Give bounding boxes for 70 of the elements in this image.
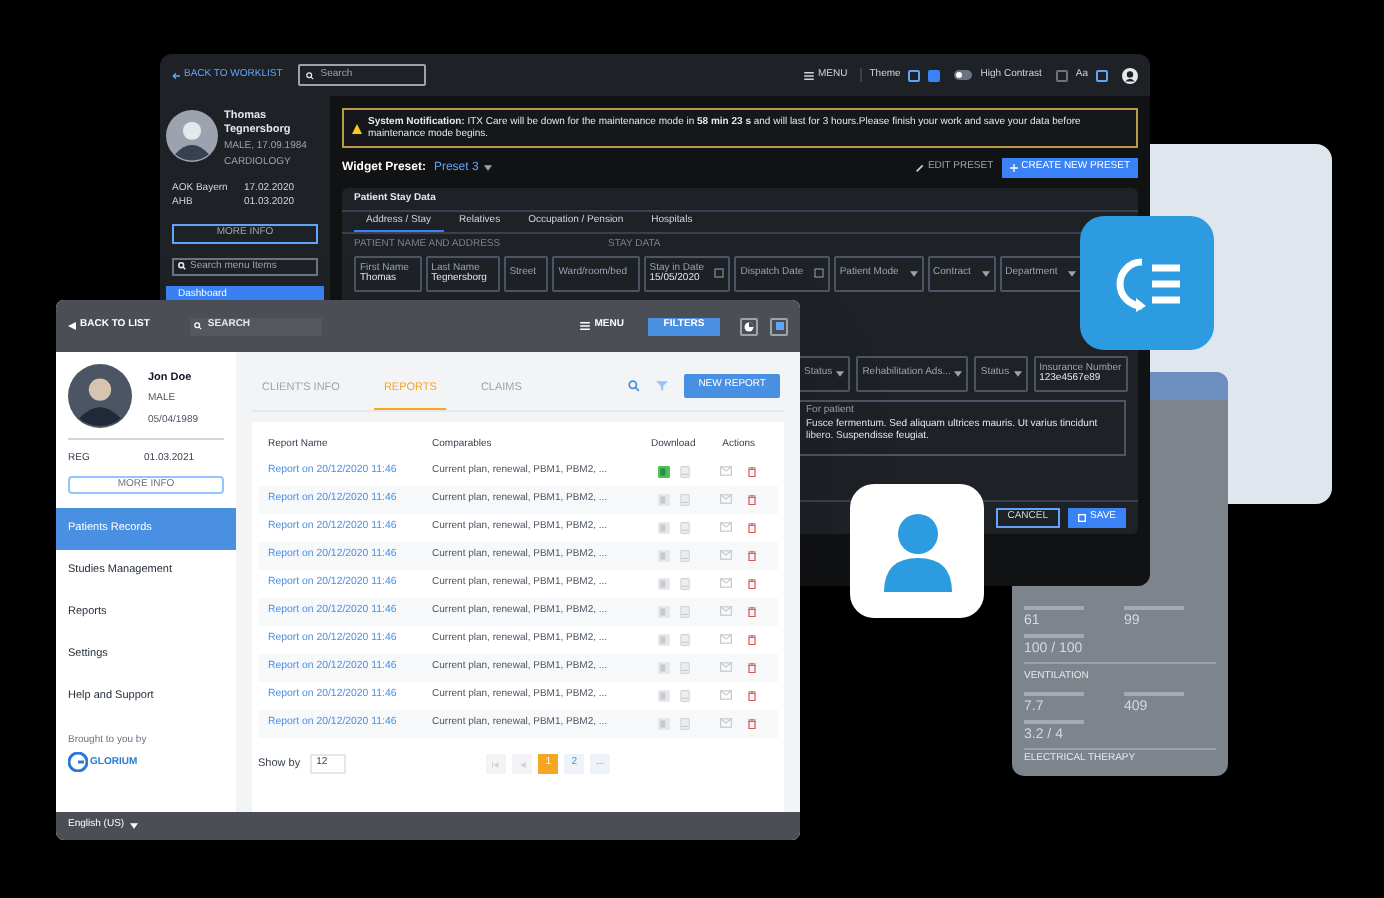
document-icon[interactable] — [679, 662, 690, 674]
caret-icon — [836, 369, 845, 377]
document-icon[interactable] — [679, 522, 690, 534]
mail-icon[interactable] — [720, 494, 733, 504]
back-arrow-icon — [172, 71, 180, 79]
plus-icon — [1009, 164, 1018, 172]
person-icon — [881, 511, 953, 591]
mail-icon[interactable] — [720, 606, 733, 616]
mail-icon[interactable] — [720, 466, 733, 476]
trash-icon[interactable] — [748, 634, 757, 646]
trash-icon[interactable] — [748, 522, 757, 534]
decrease-font-button[interactable] — [1055, 69, 1068, 81]
trash-icon[interactable] — [748, 578, 757, 590]
mail-icon[interactable] — [720, 662, 733, 672]
mail-icon[interactable] — [720, 690, 733, 700]
trash-icon[interactable] — [748, 550, 757, 562]
mail-icon[interactable] — [720, 522, 733, 532]
pie-chart-icon — [744, 321, 754, 331]
square-icon — [775, 322, 783, 330]
document-icon[interactable] — [679, 718, 690, 730]
search-icon — [178, 262, 186, 271]
document-icon[interactable] — [679, 550, 690, 562]
caret-icon — [954, 369, 963, 377]
caret-icon — [484, 164, 493, 172]
caret-icon — [130, 822, 139, 830]
document-icon[interactable] — [679, 634, 690, 646]
filter-icon[interactable] — [656, 380, 669, 392]
caret-icon — [1013, 369, 1022, 377]
mail-icon[interactable] — [720, 634, 733, 644]
spreadsheet-icon[interactable] — [657, 466, 670, 478]
user-icon[interactable] — [1122, 67, 1138, 83]
document-icon[interactable] — [679, 578, 690, 590]
search-icon — [306, 71, 315, 79]
document-icon[interactable] — [679, 606, 690, 618]
first-page-button[interactable] — [486, 754, 507, 774]
document-icon[interactable] — [679, 466, 690, 478]
trash-icon[interactable] — [748, 690, 757, 702]
increase-font-button[interactable] — [1096, 69, 1108, 81]
menu-icon — [804, 71, 814, 79]
caret-icon — [1068, 269, 1076, 277]
trash-icon[interactable] — [748, 466, 757, 478]
previous-page-icon — [519, 761, 526, 767]
toggle-switch[interactable] — [954, 70, 973, 80]
warning-icon — [352, 123, 362, 133]
trash-icon[interactable] — [748, 662, 757, 674]
chart-view-button[interactable] — [740, 317, 758, 335]
search-icon — [193, 322, 202, 330]
mail-icon[interactable] — [720, 550, 733, 560]
calendar-icon — [813, 268, 824, 278]
back-arrow-icon — [68, 322, 76, 330]
caret-icon — [981, 269, 990, 277]
trash-icon[interactable] — [748, 606, 757, 618]
document-icon[interactable] — [679, 690, 690, 702]
menu-icon — [580, 322, 591, 330]
save-icon — [1078, 514, 1087, 522]
document-icon[interactable] — [679, 494, 690, 506]
return-list-icon — [1113, 255, 1181, 311]
calendar-icon — [714, 268, 725, 278]
mail-icon[interactable] — [720, 578, 733, 588]
list-view-button[interactable] — [770, 317, 788, 335]
trash-icon[interactable] — [748, 494, 757, 506]
caret-icon — [909, 269, 918, 277]
trash-icon[interactable] — [748, 718, 757, 730]
avatar — [68, 364, 132, 428]
previous-page-button[interactable] — [512, 754, 533, 774]
search-icon[interactable] — [628, 380, 641, 392]
avatar — [166, 110, 218, 162]
mail-icon[interactable] — [720, 718, 733, 728]
logo-mark-icon — [68, 752, 88, 773]
pencil-icon — [915, 164, 924, 172]
